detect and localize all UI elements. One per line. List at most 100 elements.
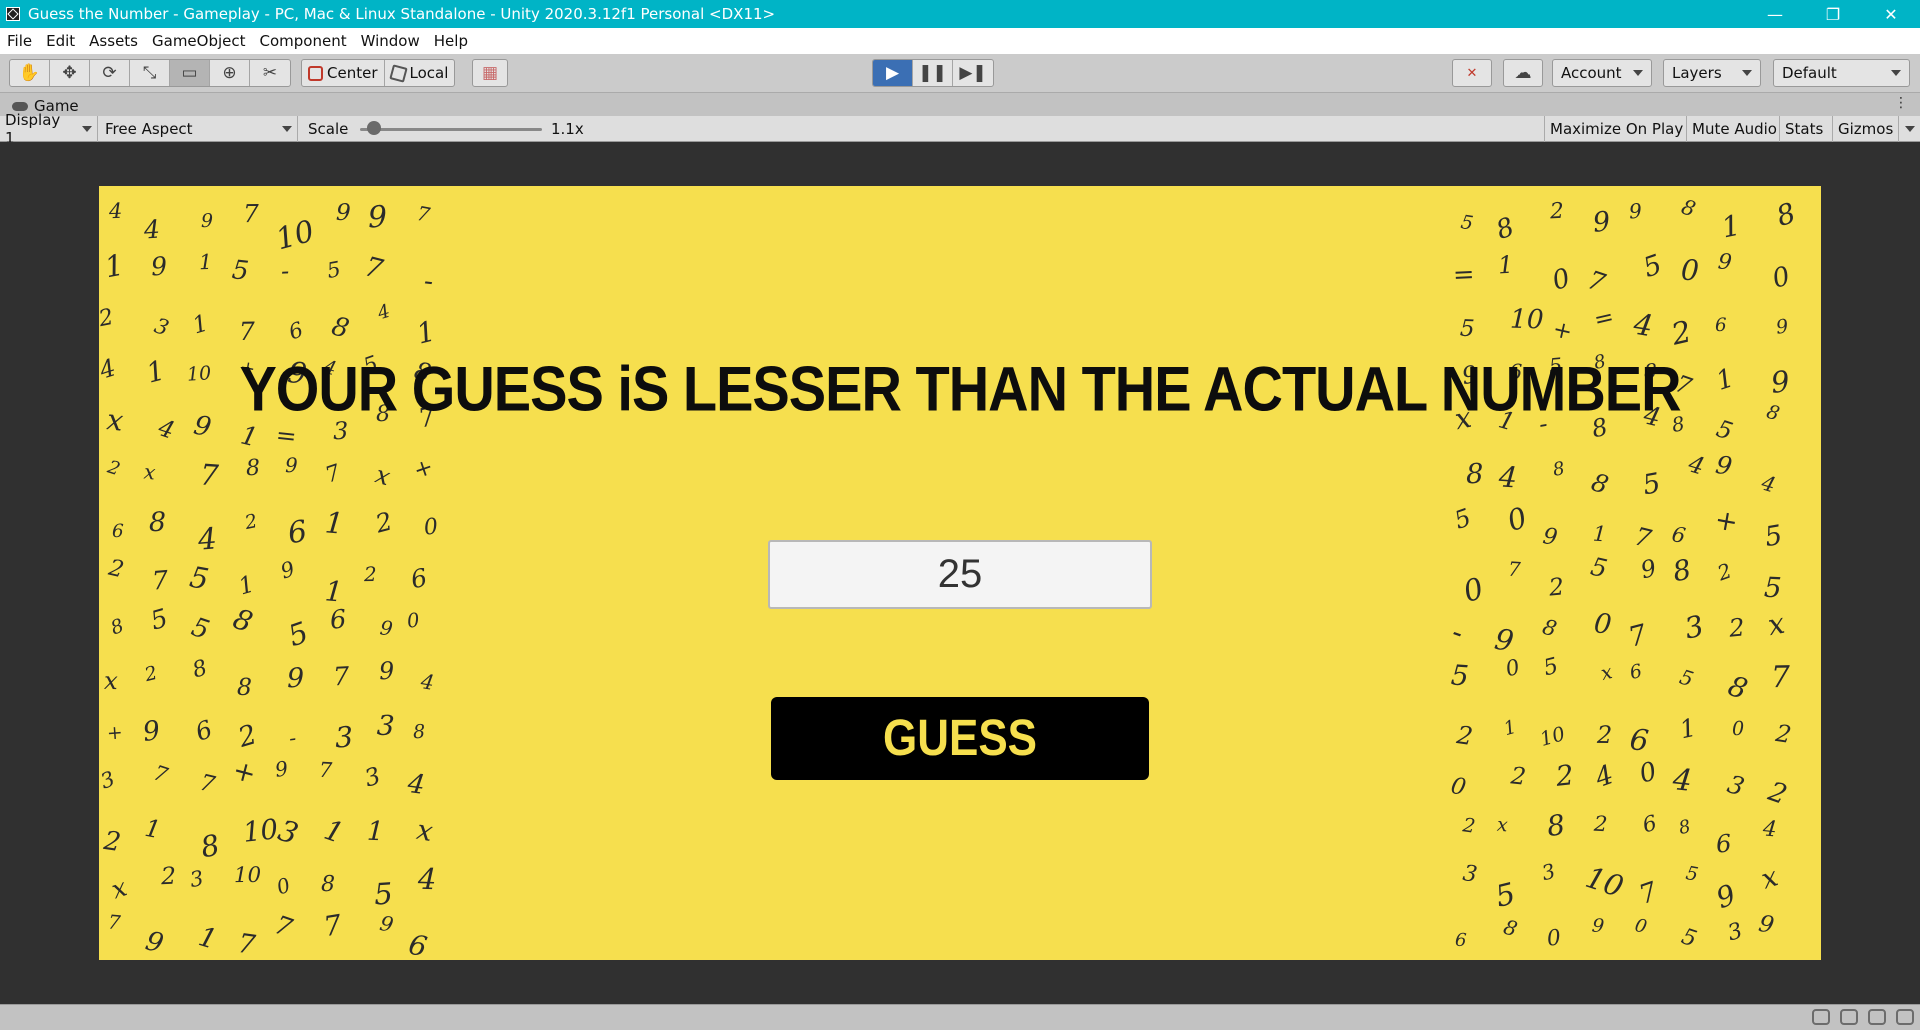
- menu-edit[interactable]: Edit: [39, 28, 82, 54]
- menu-window[interactable]: Window: [354, 28, 427, 54]
- scribble-digit: 7: [1507, 557, 1522, 582]
- transform-icon[interactable]: ⊕: [210, 60, 250, 86]
- scribble-digit: 3: [376, 709, 396, 743]
- menu-assets[interactable]: Assets: [82, 28, 145, 54]
- chevron-down-icon: [1891, 70, 1901, 76]
- move-icon[interactable]: ✥: [50, 60, 90, 86]
- guess-button[interactable]: GUESS: [771, 697, 1149, 780]
- rect-tool-icon[interactable]: ▭: [170, 60, 210, 86]
- scribble-digit: x: [103, 665, 118, 696]
- aspect-select[interactable]: Free Aspect: [100, 116, 298, 142]
- maximize-on-play-toggle[interactable]: Maximize On Play: [1544, 116, 1688, 142]
- gizmos-dropdown[interactable]: [1898, 116, 1920, 142]
- layers-stack-icon[interactable]: [1840, 1009, 1858, 1025]
- gamepad-icon: [12, 101, 28, 111]
- scribble-digit: 6: [1640, 810, 1660, 839]
- bake-icon[interactable]: [1868, 1009, 1886, 1025]
- scribble-digit: 2: [1596, 720, 1613, 749]
- scribble-digit: 4: [1497, 459, 1519, 495]
- grid-snap-toggle: ▦: [472, 59, 508, 87]
- guess-input[interactable]: 25: [768, 540, 1152, 609]
- scribble-digit: 7: [197, 769, 218, 799]
- scribble-digit: x: [1496, 814, 1509, 836]
- scribble-digit: 6: [1715, 315, 1728, 337]
- result-message: YOUR GUESS iS LESSER THAN THE ACTUAL NUM…: [239, 353, 1681, 424]
- scribble-digit: 2: [1667, 314, 1695, 353]
- scribble-digit: 5: [1587, 551, 1610, 584]
- scribble-digit: 8: [1492, 212, 1519, 246]
- pivot-mode-button[interactable]: Center: [302, 60, 385, 86]
- scribble-digit: +: [106, 722, 124, 745]
- scale-slider-track[interactable]: [360, 128, 542, 131]
- scribble-digit: x: [1597, 660, 1614, 686]
- scribble-digit: 7: [1583, 265, 1609, 300]
- scale-icon[interactable]: ⤡: [130, 60, 170, 86]
- scribble-digit: 7: [361, 251, 387, 286]
- debug-icon[interactable]: [1812, 1009, 1830, 1025]
- scribble-digit: 4: [1671, 762, 1694, 799]
- game-view-options: Display 1 Free Aspect Scale 1.1x Maximiz…: [0, 111, 1920, 147]
- pause-icon[interactable]: ❚❚: [913, 60, 953, 86]
- collab-icon[interactable]: ✕: [1453, 60, 1491, 86]
- scribble-digit: 8: [149, 507, 167, 539]
- aspect-label: Free Aspect: [105, 120, 193, 138]
- scribble-digit: 9: [201, 210, 214, 233]
- scribble-digit: 7: [106, 910, 122, 935]
- gizmos-toggle[interactable]: Gizmos: [1832, 116, 1898, 142]
- minimize-button[interactable]: —: [1746, 0, 1804, 28]
- scribble-digit: 0: [1636, 756, 1661, 790]
- account-dropdown[interactable]: Account: [1552, 59, 1652, 87]
- scribble-digit: 0: [1502, 655, 1522, 683]
- scribble-digit: 5: [1450, 503, 1475, 536]
- scribble-digit: 1: [319, 812, 348, 850]
- scribble-digit: 3: [361, 761, 384, 793]
- menu-help[interactable]: Help: [427, 28, 475, 54]
- scribble-digit: 8: [1544, 807, 1567, 843]
- menu-file[interactable]: File: [0, 28, 39, 54]
- scribble-digit: x: [1757, 861, 1782, 896]
- display-select[interactable]: Display 1: [0, 111, 98, 147]
- stats-toggle[interactable]: Stats: [1779, 116, 1828, 142]
- layers-dropdown[interactable]: Layers: [1663, 59, 1761, 87]
- menu-component[interactable]: Component: [253, 28, 354, 54]
- layout-dropdown[interactable]: Default: [1773, 59, 1910, 87]
- scribble-digit: +: [1550, 316, 1575, 347]
- scribble-digit: 0: [273, 872, 293, 900]
- scribble-digit: 7: [322, 460, 344, 489]
- scribble-digit: 9: [1638, 553, 1660, 584]
- rotate-icon[interactable]: ⟳: [90, 60, 130, 86]
- play-icon[interactable]: ▶: [873, 60, 913, 86]
- scribble-digit: 9: [273, 756, 290, 783]
- scale-slider-thumb[interactable]: [367, 121, 382, 135]
- step-icon[interactable]: ▶❚: [953, 60, 993, 86]
- pivot-mode-label: Center: [327, 64, 378, 82]
- scribble-digit: 0: [1680, 254, 1701, 288]
- custom-tool-icon[interactable]: ✂: [250, 60, 290, 86]
- scribble-digit: 10: [1509, 304, 1545, 336]
- scribble-digit: 8: [320, 871, 335, 898]
- title-bar: Guess the Number - Gameplay - PC, Mac & …: [0, 0, 1920, 28]
- scribble-digit: 8: [107, 613, 127, 640]
- scribble-digit: -: [287, 726, 299, 751]
- hand-icon[interactable]: ✋: [10, 60, 50, 86]
- scribble-digit: 1: [142, 814, 164, 845]
- scribble-digit: 1: [189, 309, 212, 340]
- more-options-icon[interactable]: ⋮: [1894, 95, 1908, 111]
- chevron-down-icon: [1633, 70, 1643, 76]
- scribble-digit: 9: [1590, 915, 1605, 939]
- scribble-digit: 7: [150, 760, 171, 788]
- restore-button[interactable]: ❐: [1804, 0, 1862, 28]
- close-button[interactable]: ✕: [1862, 0, 1920, 28]
- scribble-digit: 0: [405, 608, 421, 634]
- scribble-digit: x: [108, 872, 131, 905]
- mute-audio-toggle[interactable]: Mute Audio: [1686, 116, 1782, 142]
- progress-icon[interactable]: [1896, 1009, 1914, 1025]
- scribble-digit: 6: [1628, 722, 1651, 759]
- scribble-digit: 4: [1684, 449, 1708, 481]
- scribble-digit: 2: [234, 719, 261, 755]
- cloud-icon[interactable]: ☁: [1504, 60, 1542, 86]
- pivot-rotation-button[interactable]: Local: [385, 60, 455, 86]
- menu-gameobject[interactable]: GameObject: [145, 28, 253, 54]
- layers-label: Layers: [1672, 64, 1722, 82]
- grid-snap-icon[interactable]: ▦: [473, 60, 507, 86]
